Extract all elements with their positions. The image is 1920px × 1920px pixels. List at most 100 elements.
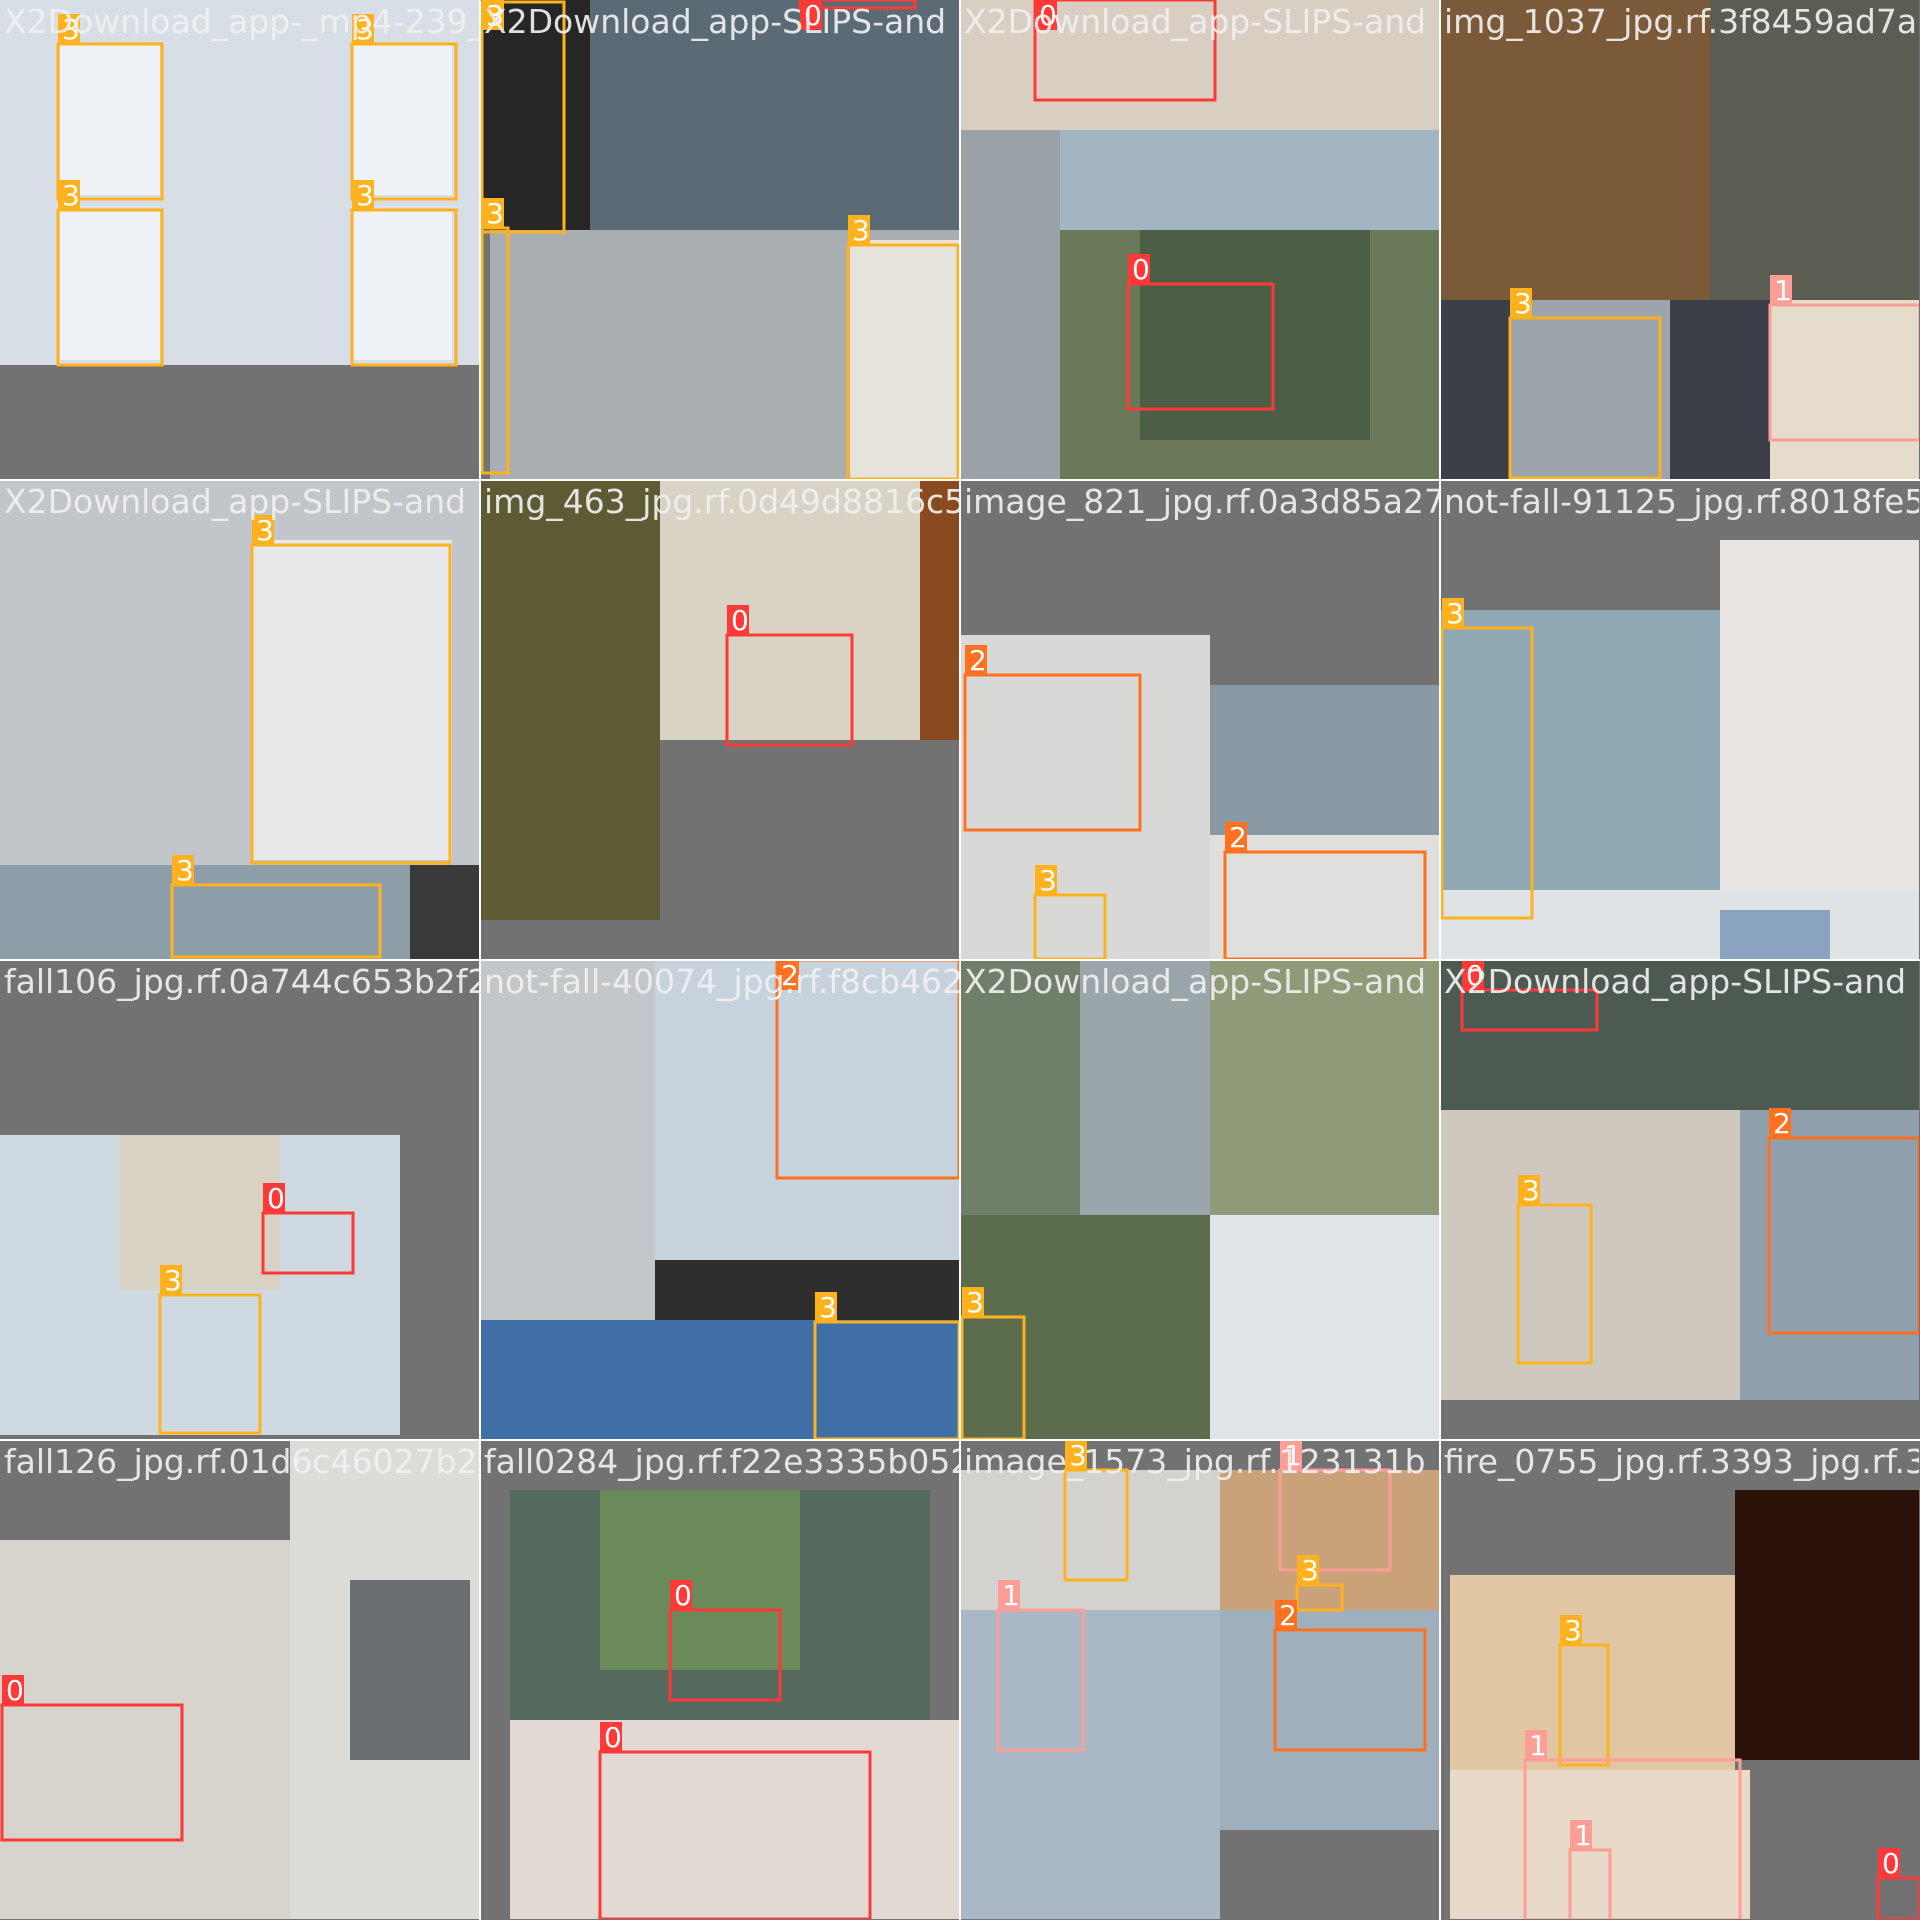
class-label-text: 1 xyxy=(1284,1440,1302,1472)
image-region xyxy=(960,635,1210,959)
tile-image: 3 xyxy=(1440,480,1919,959)
mosaic-tile: 0 0 fall0284_jpg.rf.f22e3335b052 xyxy=(480,1440,959,1919)
image-region xyxy=(480,0,590,230)
image-region xyxy=(1440,0,1710,300)
image-region xyxy=(1210,960,1439,1230)
image-region xyxy=(1450,1770,1750,1919)
mosaic-tile: 3 3 X2Download_app-SLIPS-and xyxy=(0,480,479,959)
image-region xyxy=(0,365,479,479)
class-label-text: 3 xyxy=(486,0,504,32)
class-label-text: 3 xyxy=(356,13,374,46)
image-region xyxy=(60,45,160,195)
mosaic-tile: 232image_821_jpg.rf.0a3d85a27b52 xyxy=(960,480,1439,959)
mosaic-tile: 0 fall126_jpg.rf.01d6c46027b2 xyxy=(0,1440,479,1919)
tile-image: 3 xyxy=(960,960,1439,1439)
tile-image: 3 1 1 0 xyxy=(1440,1440,1919,1919)
image-region xyxy=(655,1260,959,1320)
class-label-text: 3 xyxy=(356,179,374,212)
class-label-text: 0 xyxy=(804,0,822,32)
class-label-text: 3 xyxy=(1564,1614,1582,1647)
tile-image: 0 3 2 xyxy=(1440,960,1919,1439)
class-label-text: 3 xyxy=(256,514,274,547)
image-region xyxy=(410,865,479,959)
image-region xyxy=(1060,130,1439,230)
class-label-text: 3 xyxy=(62,179,80,212)
mosaic-tile: 3 1 img_1037_jpg.rf.3f8459ad7a xyxy=(1440,0,1919,479)
image-region xyxy=(660,480,959,740)
tile-image: 0 xyxy=(0,1440,479,1919)
tile-image: 33 xyxy=(0,480,479,959)
image-region xyxy=(960,1215,1210,1439)
image-region xyxy=(655,960,959,1260)
class-label-text: 3 xyxy=(164,1264,182,1297)
image-region xyxy=(0,1540,290,1919)
mosaic-grid: 3333X2Download_app-_mp4-239_jpg.rf.c14d9… xyxy=(0,0,1920,1920)
class-label-text: 3 xyxy=(966,1286,984,1319)
image-region xyxy=(960,0,1439,130)
class-label-text: 0 xyxy=(1466,960,1484,992)
class-label-text: 1 xyxy=(1774,274,1792,307)
class-label-text: 0 xyxy=(731,604,749,637)
class-label-text: 3 xyxy=(1514,287,1532,320)
image-region xyxy=(960,130,1060,479)
mosaic-tile: 3 1 1 0 fire_0755_jpg.rf.3393_jpg.rf.33 xyxy=(1440,1440,1919,1919)
tile-image: 23 xyxy=(480,960,959,1439)
class-label-text: 3 xyxy=(1069,1440,1087,1472)
class-label-text: 0 xyxy=(604,1721,622,1754)
image-region xyxy=(1450,1575,1735,1775)
image-region xyxy=(480,1320,959,1439)
image-region xyxy=(1210,685,1439,835)
image-region xyxy=(1220,1610,1439,1830)
image-region xyxy=(0,865,479,959)
tile-image: 0 xyxy=(480,480,959,959)
image-region xyxy=(1735,1490,1919,1760)
class-label-text: 3 xyxy=(1446,597,1464,630)
class-label-text: 2 xyxy=(969,644,987,677)
class-label-text: 3 xyxy=(1039,864,1057,897)
tile-image: 31 xyxy=(1440,0,1919,479)
image-region xyxy=(352,210,452,360)
class-label-text: 3 xyxy=(1301,1554,1319,1587)
mosaic-tile: 0 3 2 X2Download_app-SLIPS-and xyxy=(1440,960,1919,1439)
class-label-text: 2 xyxy=(1773,1107,1791,1140)
image-region xyxy=(850,240,959,479)
tile-divider-horizontal xyxy=(0,959,1920,961)
class-label-text: 1 xyxy=(1529,1729,1547,1762)
image-region xyxy=(1440,890,1919,959)
class-label-text: 0 xyxy=(1132,253,1150,286)
mosaic-tile: 0 0 X2Download_app-SLIPS-and xyxy=(960,0,1439,479)
mosaic-tile: 3 3 3 0 X2Download_app-SLIPS-and xyxy=(480,0,959,479)
class-label-text: 0 xyxy=(1039,0,1057,32)
class-label-text: 2 xyxy=(1279,1599,1297,1632)
class-label-text: 0 xyxy=(674,1579,692,1612)
mosaic-tile: 3333X2Download_app-_mp4-239_jpg.rf.c14d9… xyxy=(0,0,479,479)
class-label-text: 3 xyxy=(1522,1174,1540,1207)
tile-image: 2 3 2 xyxy=(960,480,1439,959)
tile-image: 00 xyxy=(960,0,1439,479)
class-label-text: 3 xyxy=(176,854,194,887)
image-region xyxy=(1720,910,1830,959)
image-region xyxy=(252,540,452,860)
mosaic-tile: 3 X2Download_app-SLIPS-and xyxy=(960,960,1439,1439)
tile-divider-horizontal xyxy=(0,1439,1920,1441)
class-label-text: 3 xyxy=(852,214,870,247)
image-region xyxy=(510,1720,959,1919)
image-region xyxy=(350,1580,470,1760)
mosaic-tile: 3 1 1 3 2 image_1573_jpg.rf.123131b xyxy=(960,1440,1439,1919)
image-region xyxy=(1720,540,1919,890)
class-label-text: 0 xyxy=(6,1674,24,1707)
class-label-text: 1 xyxy=(1574,1819,1592,1852)
image-region xyxy=(1740,1110,1919,1400)
image-region xyxy=(1210,1215,1439,1439)
class-label-text: 0 xyxy=(267,1182,285,1215)
class-label-text: 1 xyxy=(1002,1579,1020,1612)
image-region xyxy=(1510,300,1670,479)
image-region xyxy=(480,480,660,920)
image-region xyxy=(1770,300,1919,479)
image-region xyxy=(120,1135,280,1290)
tile-image: 3 3 3 3 xyxy=(0,0,479,479)
mosaic-tile: 2 3 not-fall-40074_jpg.rf.f8cb462 xyxy=(480,960,959,1439)
image-region xyxy=(60,210,160,360)
class-label-text: 2 xyxy=(1229,821,1247,854)
mosaic-tile: 3 not-fall-91125_jpg.rf.8018fe5 xyxy=(1440,480,1919,959)
